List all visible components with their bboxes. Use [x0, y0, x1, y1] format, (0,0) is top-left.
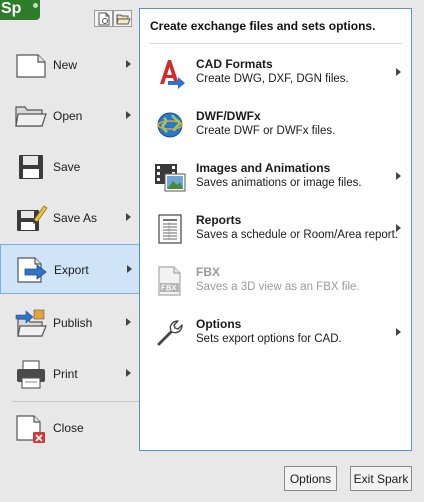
option-title: FBX — [196, 265, 220, 279]
menu-item-label: Save As — [53, 211, 98, 225]
export-option-reports[interactable]: Reports Saves a schedule or Room/Area re… — [140, 213, 411, 265]
option-description: Saves animations or image files. — [196, 177, 362, 189]
menu-item-label: Export — [54, 263, 89, 277]
option-description: Saves a 3D view as an FBX file. — [196, 281, 360, 293]
export-option-fbx: FBX Saves a 3D view as an FBX file. — [140, 265, 411, 317]
export-option-options[interactable]: Options Sets export options for CAD. — [140, 317, 411, 369]
export-icon — [17, 257, 47, 283]
exit-spark-button[interactable]: Exit Spark — [350, 466, 412, 491]
new-document-icon — [16, 54, 46, 78]
export-submenu-panel: Create exchange files and sets options. … — [139, 8, 412, 451]
quick-open-button[interactable] — [113, 10, 132, 27]
option-description: Sets export options for CAD. — [196, 333, 342, 345]
menu-item-open[interactable]: Open — [0, 91, 140, 141]
menu-item-print[interactable]: Print — [0, 349, 140, 399]
chevron-right-icon — [396, 328, 401, 336]
chevron-right-icon — [396, 68, 401, 76]
printer-icon — [17, 360, 45, 389]
chevron-right-icon — [126, 111, 131, 119]
menu-item-label: Close — [53, 421, 84, 435]
menu-item-close[interactable]: Close — [0, 403, 140, 453]
menu-item-export[interactable]: Export — [0, 244, 140, 294]
chevron-right-icon — [396, 172, 401, 180]
app-logo[interactable]: Sp — [0, 0, 40, 20]
menu-item-label: Publish — [53, 316, 93, 330]
globe-icon — [157, 112, 183, 138]
option-title: Reports — [196, 213, 242, 227]
option-description: Create DWF or DWFx files. — [196, 125, 336, 137]
wrench-icon — [157, 320, 183, 346]
panel-separator — [150, 43, 402, 44]
export-option-dwf[interactable]: DWF/DWFx Create DWF or DWFx files. — [140, 109, 411, 161]
report-icon — [158, 214, 182, 244]
option-title: Images and Animations — [196, 161, 331, 175]
chevron-right-icon — [126, 60, 131, 68]
menu-item-label: Print — [53, 367, 78, 381]
save-as-icon — [17, 205, 48, 231]
menu-item-label: Open — [53, 109, 83, 123]
export-option-images-animations[interactable]: Images and Animations Saves animations o… — [140, 161, 411, 213]
option-title: Options — [196, 317, 242, 331]
option-description: Create DWG, DXF, DGN files. — [196, 73, 349, 85]
quick-new-button[interactable] — [94, 10, 113, 27]
open-folder-icon — [116, 14, 131, 25]
option-title: DWF/DWFx — [196, 109, 261, 123]
option-description: Saves a schedule or Room/Area report. — [196, 229, 398, 241]
cad-formats-icon — [160, 60, 185, 89]
menu-separator — [12, 401, 139, 402]
menu-item-new[interactable]: New — [0, 40, 140, 90]
menu-item-label: Save — [53, 160, 81, 174]
open-folder-icon — [15, 106, 47, 127]
export-option-cad-formats[interactable]: CAD Formats Create DWG, DXF, DGN files. — [140, 57, 411, 109]
menu-item-publish[interactable]: Publish — [0, 298, 140, 348]
chevron-right-icon — [126, 213, 131, 221]
panel-header: Create exchange files and sets options. — [150, 19, 376, 33]
option-title: CAD Formats — [196, 57, 273, 71]
menu-item-save-as[interactable]: Save As — [0, 193, 140, 243]
menu-item-save[interactable]: Save — [0, 142, 140, 192]
options-button[interactable]: Options — [284, 466, 337, 491]
floppy-disk-icon — [19, 155, 43, 179]
chevron-right-icon — [127, 265, 132, 273]
menu-item-label: New — [53, 58, 78, 72]
application-menu: New Open Save Save As Export Publish Pri… — [0, 33, 140, 502]
new-file-icon — [98, 12, 110, 26]
logo-dot — [33, 3, 38, 8]
close-document-icon — [16, 415, 45, 443]
film-image-icon — [155, 164, 186, 192]
app-logo-text: Sp — [1, 0, 22, 17]
fbx-file-icon — [158, 266, 181, 296]
publish-icon — [15, 309, 47, 337]
chevron-right-icon — [126, 369, 131, 377]
chevron-right-icon — [126, 318, 131, 326]
chevron-right-icon — [396, 224, 401, 232]
